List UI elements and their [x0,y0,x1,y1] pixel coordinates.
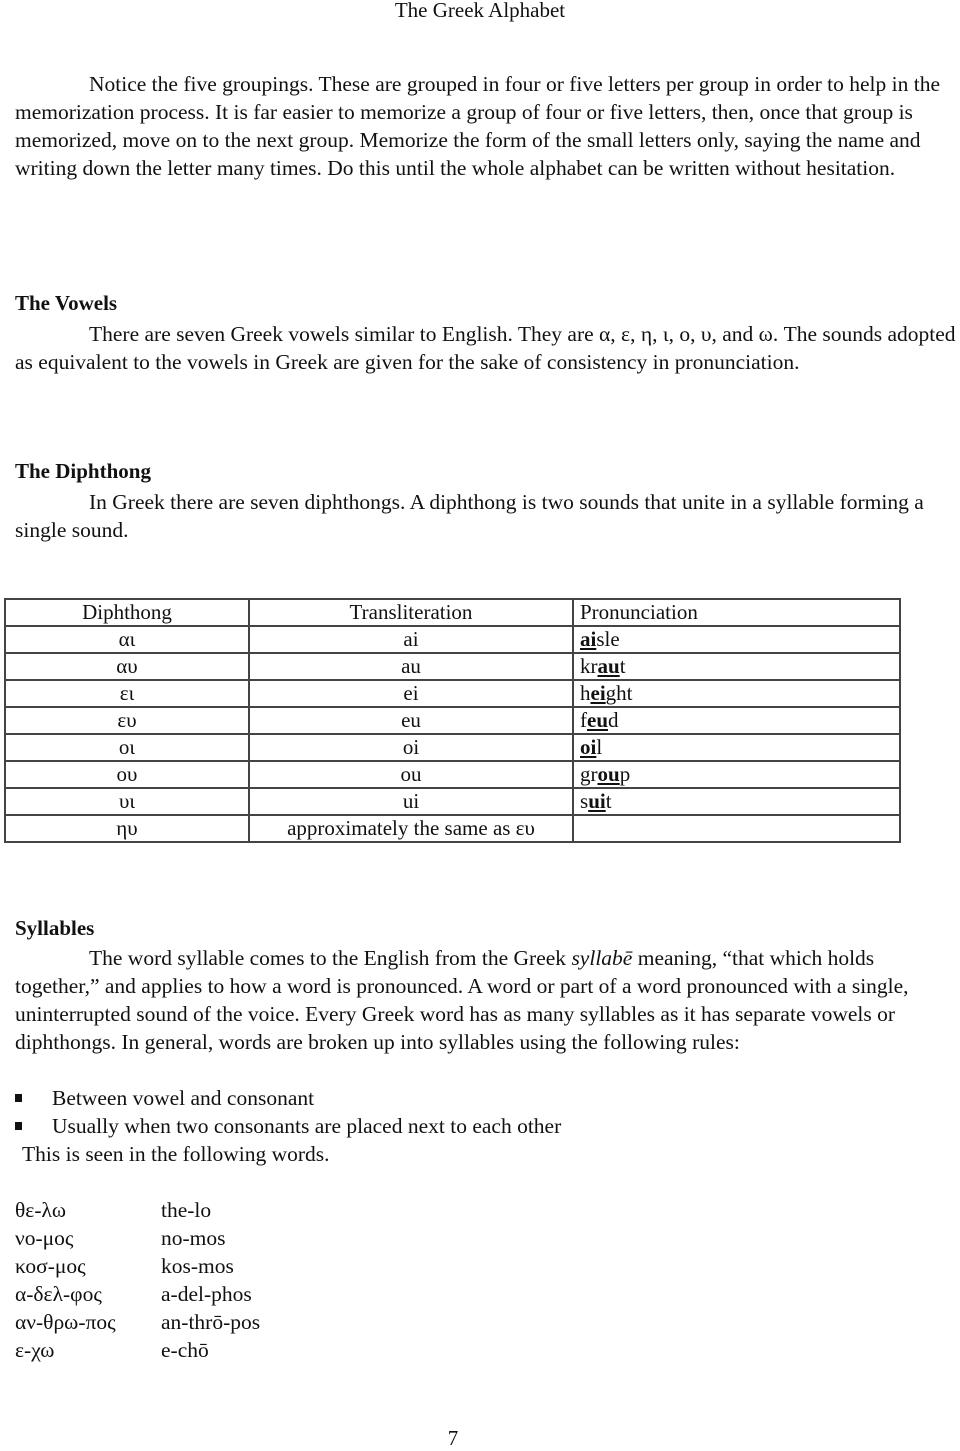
diphthong-table: Diphthong Transliteration Pronunciation … [4,598,901,843]
square-bullet-icon [15,1094,22,1102]
table-row: ηυ approximately the same as ευ [4,814,901,843]
pron-pre: gr [580,762,598,786]
cell-diphthong: ει [4,679,250,708]
cell-transliteration: ai [248,625,574,654]
diphthong-heading: The Diphthong [15,459,151,483]
syllables-paragraph: The word syllable comes to the English f… [15,944,960,1056]
header-diphthong: Diphthong [4,598,250,627]
table-row: οι oi oil [4,733,901,762]
cell-transliteration: ui [248,787,574,816]
cell-pronunciation: height [572,679,901,708]
cell-diphthong: ου [4,760,250,789]
rules-list: Between vowel and consonant Usually when… [15,1084,561,1140]
pron-post: ght [605,681,633,705]
pron-post: t [619,654,626,678]
cell-diphthong: υι [4,787,250,816]
cell-transliteration: eu [248,706,574,735]
table-row: ου ou group [4,760,901,789]
cell-pronunciation: kraut [572,652,901,681]
cell-diphthong: οι [4,733,250,762]
pron-highlight: ei [590,681,606,705]
pron-highlight: au [597,654,620,678]
pron-highlight: ui [588,789,606,813]
list-item: Usually when two consonants are placed n… [15,1112,561,1140]
pron-highlight: oi [580,735,597,759]
pron-highlight: ou [597,762,620,786]
rule-text: Usually when two consonants are placed n… [52,1114,562,1138]
cell-diphthong: ευ [4,706,250,735]
table-row: ει ei height [4,679,901,708]
cell-pronunciation [572,814,901,843]
cell-diphthong: ηυ [4,814,250,843]
cell-transliteration: au [248,652,574,681]
greek-word: αν-θρω-πος [15,1310,116,1334]
transliterated-word: no-mos [161,1226,226,1250]
cell-pronunciation: suit [572,787,901,816]
square-bullet-icon [15,1122,22,1130]
cell-transliteration: ou [248,760,574,789]
syllables-italic-word: syllabē [571,946,633,970]
greek-word: ε-χω [15,1338,55,1362]
pron-highlight: eu [587,708,608,732]
pron-pre: h [580,681,591,705]
greek-word: νο-μος [15,1226,74,1250]
syllables-heading: Syllables [15,916,95,940]
page-header-title: The Greek Alphabet [394,0,566,22]
pron-post: p [619,762,631,786]
word-row: αν-θρω-πος an-thrō-pos [15,1308,260,1336]
cell-pronunciation: feud [572,706,901,735]
transliterated-word: a-del-phos [161,1282,252,1306]
word-row: α-δελ-φος a-del-phos [15,1280,260,1308]
vowels-heading: The Vowels [15,291,118,315]
cell-pronunciation: group [572,760,901,789]
transliterated-word: e-chō [161,1338,209,1362]
table-header-row: Diphthong Transliteration Pronunciation [4,598,901,627]
pron-post: l [596,735,603,759]
table-row: ευ eu feud [4,706,901,735]
pron-pre: f [580,708,587,732]
cell-diphthong: αυ [4,652,250,681]
word-row: νο-μος no-mos [15,1224,260,1252]
pron-pre: s [580,789,589,813]
word-row: κοσ-μος kos-mos [15,1252,260,1280]
transliterated-word: kos-mos [161,1254,234,1278]
pron-highlight: ai [580,627,597,651]
vowels-paragraph: There are seven Greek vowels similar to … [15,322,956,374]
table-row: αι ai aisle [4,625,901,654]
intro-paragraph: Notice the five groupings. These are gro… [15,72,940,180]
greek-word: α-δελ-φος [15,1282,102,1306]
cell-pronunciation: oil [572,733,901,762]
table-row: υι ui suit [4,787,901,816]
cell-transliteration: oi [248,733,574,762]
word-row: ε-χω e-chō [15,1336,260,1364]
table-row: αυ au kraut [4,652,901,681]
header-pronunciation: Pronunciation [572,598,901,627]
greek-word: κοσ-μος [15,1254,86,1278]
page-number: 7 [447,1426,459,1450]
header-transliteration: Transliteration [248,598,574,627]
diphthong-paragraph: In Greek there are seven diphthongs. A d… [15,490,924,542]
list-item: Between vowel and consonant [15,1084,561,1112]
cell-diphthong: αι [4,625,250,654]
pron-post: d [608,708,619,732]
greek-word: θε-λω [15,1198,67,1222]
cell-pronunciation: aisle [572,625,901,654]
syllables-text-1: The word syllable comes to the English f… [89,946,572,970]
rule-text: Between vowel and consonant [52,1086,315,1110]
cell-transliteration: approximately the same as ευ [248,814,574,843]
transliterated-word: an-thrō-pos [161,1310,261,1334]
syllable-word-list: θε-λω the-lo νο-μος no-mos κοσ-μος kos-mos … [15,1196,260,1364]
pron-post: t [605,789,612,813]
cell-transliteration: ei [248,679,574,708]
pron-pre: kr [580,654,598,678]
followup-text: This is seen in the following words. [22,1142,330,1166]
word-row: θε-λω the-lo [15,1196,260,1224]
pron-post: sle [596,627,620,651]
transliterated-word: the-lo [161,1198,212,1222]
